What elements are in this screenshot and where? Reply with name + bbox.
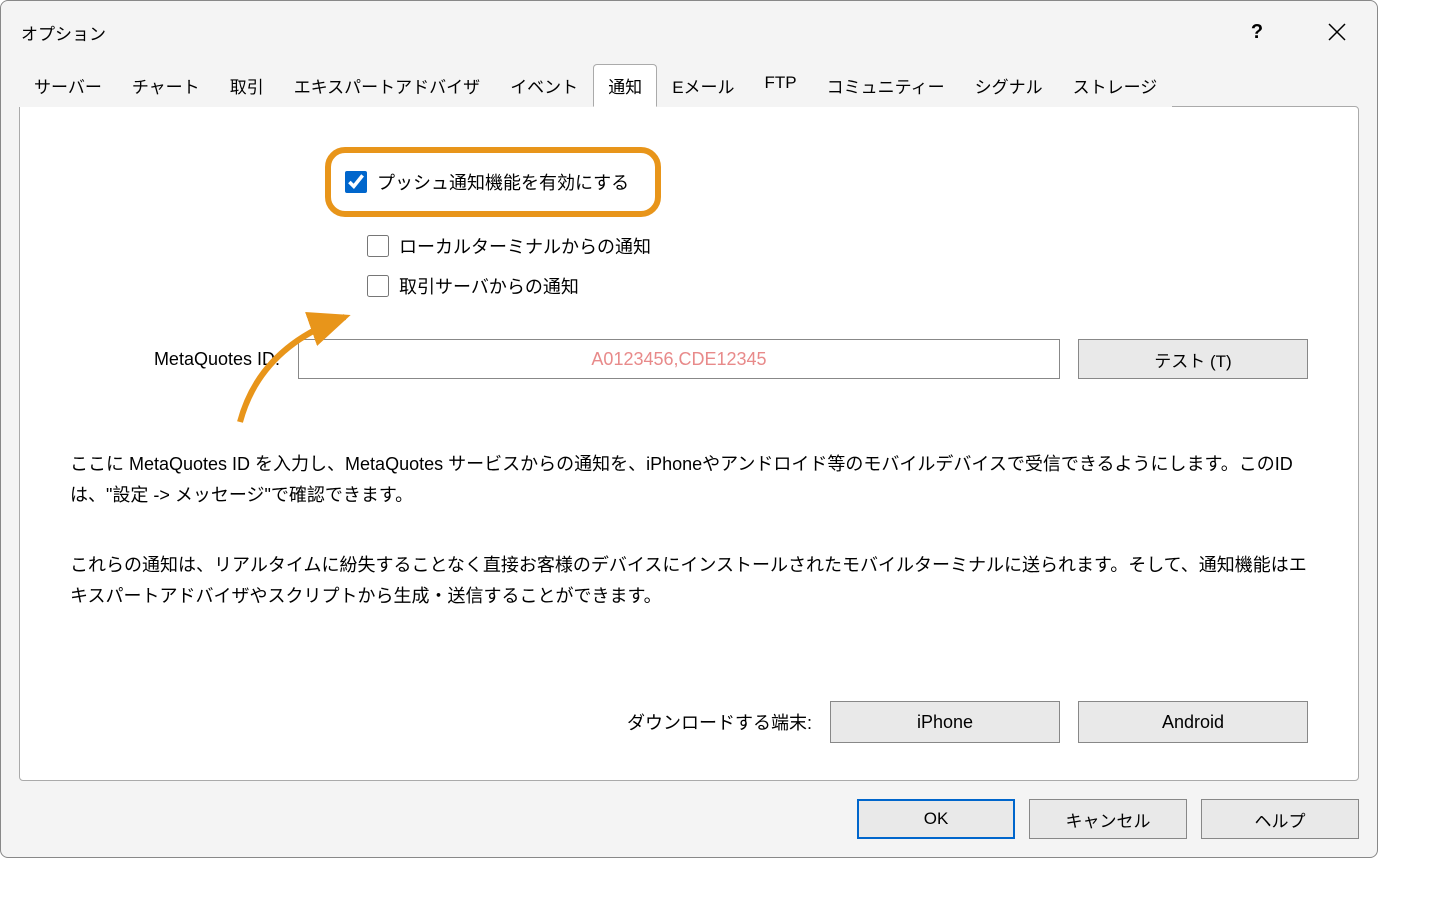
tab-ftp[interactable]: FTP: [750, 64, 812, 107]
checkbox-enable-push-label: プッシュ通知機能を有効にする: [377, 169, 629, 195]
tab-notification[interactable]: 通知: [593, 64, 657, 107]
checkbox-trade-server[interactable]: 取引サーバからの通知: [367, 273, 1308, 299]
help-icon[interactable]: ?: [1237, 12, 1277, 52]
tab-chart[interactable]: チャート: [117, 64, 215, 107]
description-para1: ここに MetaQuotes ID を入力し、MetaQuotes サービスから…: [70, 449, 1308, 510]
options-dialog: オプション ? サーバー チャート 取引 エキスパートアドバイザ イベント 通知…: [0, 0, 1378, 858]
tab-event[interactable]: イベント: [495, 64, 593, 107]
checkbox-enable-push[interactable]: プッシュ通知機能を有効にする: [345, 169, 629, 195]
description-text: ここに MetaQuotes ID を入力し、MetaQuotes サービスから…: [70, 449, 1308, 611]
window-title: オプション: [21, 20, 106, 45]
android-button[interactable]: Android: [1078, 701, 1308, 743]
iphone-button[interactable]: iPhone: [830, 701, 1060, 743]
tab-email[interactable]: Eメール: [657, 64, 749, 107]
titlebar: オプション ?: [1, 1, 1377, 63]
tab-signal[interactable]: シグナル: [960, 64, 1058, 107]
checkbox-local-terminal-label: ローカルターミナルからの通知: [399, 233, 651, 259]
download-row: ダウンロードする端末: iPhone Android: [70, 701, 1308, 743]
dialog-footer: OK キャンセル ヘルプ: [1, 799, 1377, 857]
checkbox-enable-push-input[interactable]: [345, 171, 367, 193]
metaquotes-id-row: MetaQuotes ID: テスト (T): [70, 339, 1308, 379]
tab-storage[interactable]: ストレージ: [1058, 64, 1173, 107]
checkbox-trade-server-label: 取引サーバからの通知: [399, 273, 579, 299]
tab-trade[interactable]: 取引: [215, 64, 279, 107]
tab-community[interactable]: コミュニティー: [812, 64, 960, 107]
description-para2: これらの通知は、リアルタイムに紛失することなく直接お客様のデバイスにインストール…: [70, 550, 1308, 611]
tab-content: プッシュ通知機能を有効にする ローカルターミナルからの通知 取引サーバからの通知…: [19, 106, 1359, 781]
tabs: サーバー チャート 取引 エキスパートアドバイザ イベント 通知 Eメール FT…: [1, 64, 1377, 107]
tab-server[interactable]: サーバー: [19, 64, 117, 107]
download-label: ダウンロードする端末:: [627, 709, 812, 735]
tab-expert-advisor[interactable]: エキスパートアドバイザ: [279, 64, 496, 107]
checkbox-local-terminal-input[interactable]: [367, 235, 389, 257]
help-button[interactable]: ヘルプ: [1201, 799, 1359, 839]
test-button[interactable]: テスト (T): [1078, 339, 1308, 379]
metaquotes-id-label: MetaQuotes ID:: [70, 349, 280, 370]
highlight-box: プッシュ通知機能を有効にする: [325, 147, 661, 217]
ok-button[interactable]: OK: [857, 799, 1015, 839]
metaquotes-id-input[interactable]: [298, 339, 1060, 379]
checkbox-trade-server-input[interactable]: [367, 275, 389, 297]
cancel-button[interactable]: キャンセル: [1029, 799, 1187, 839]
checkbox-local-terminal[interactable]: ローカルターミナルからの通知: [367, 233, 1308, 259]
close-icon[interactable]: [1317, 12, 1357, 52]
titlebar-controls: ?: [1237, 12, 1357, 52]
